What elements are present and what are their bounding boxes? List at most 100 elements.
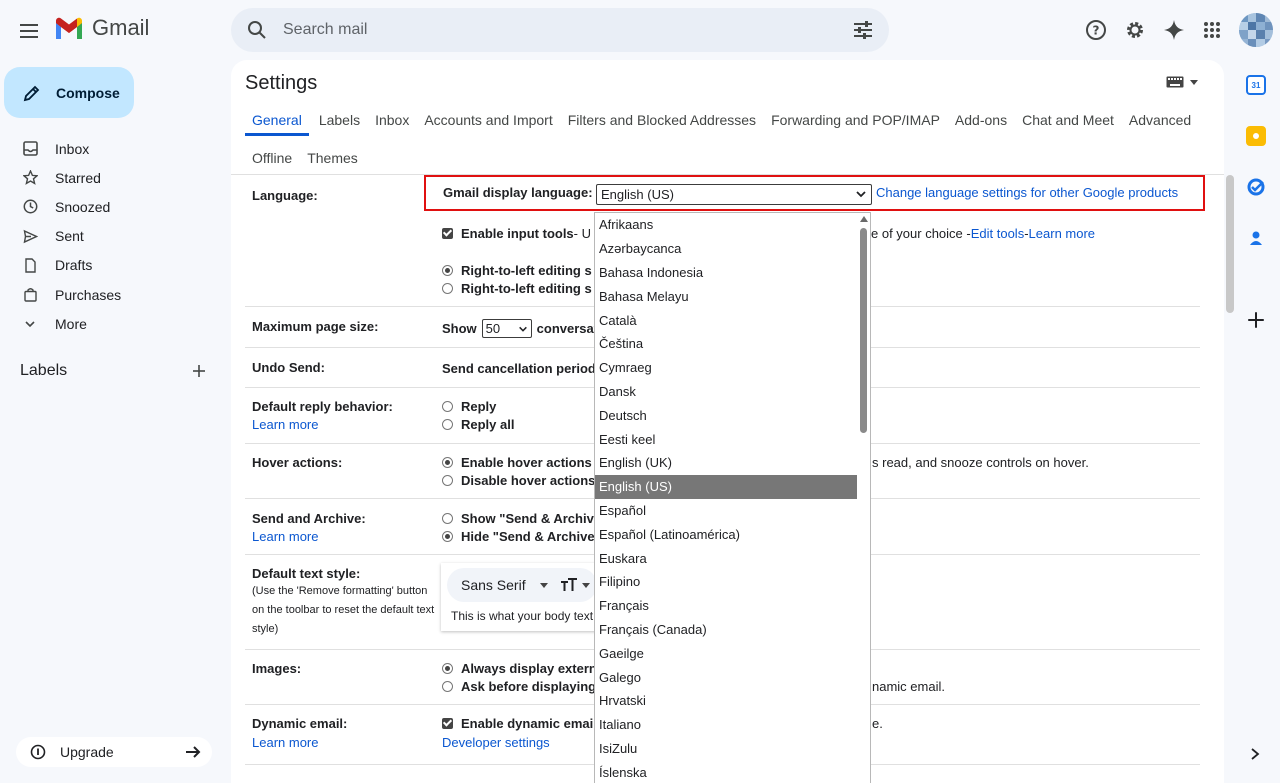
gmail-logo[interactable]: Gmail [54,15,149,41]
enable-hover-radio[interactable] [442,457,453,468]
disable-hover-radio[interactable] [442,475,453,486]
calendar-icon[interactable]: 31 [1246,75,1266,95]
reply-learn-more-link[interactable]: Learn more [252,417,318,432]
add-addon-icon[interactable] [1246,310,1266,330]
sidebar-item-snoozed[interactable]: Snoozed [0,192,220,221]
language-option[interactable]: Azərbaycanca [595,237,857,261]
main-menu-icon[interactable] [14,16,44,46]
reply-all-option[interactable]: Reply all [442,417,514,432]
language-option[interactable]: Afrikaans [595,213,857,237]
disable-hover-option[interactable]: Disable hover actions [442,473,595,488]
language-option[interactable]: Italiano [595,713,857,737]
upgrade-button[interactable]: Upgrade [16,737,212,767]
search-input[interactable] [283,21,823,39]
search-options-icon[interactable] [851,18,875,42]
sidebar-item-purchases[interactable]: Purchases [0,280,220,309]
sidebar-item-drafts[interactable]: Drafts [0,251,220,280]
font-size-icon[interactable] [560,578,578,592]
scroll-up-arrow-icon[interactable] [860,216,868,222]
edit-tools-link[interactable]: Edit tools [971,226,1024,241]
caret-down-icon[interactable] [581,582,590,588]
language-option[interactable]: Deutsch [595,403,857,427]
display-language-select[interactable]: English (US) [596,184,872,205]
language-option[interactable]: Català [595,308,857,332]
settings-gear-icon[interactable] [1122,17,1148,43]
language-option[interactable]: Hrvatski [595,689,857,713]
always-display-option[interactable]: Always display extern [442,661,597,676]
language-option[interactable]: English (US) [595,474,857,499]
chevron-right-icon[interactable] [1250,748,1260,760]
language-option[interactable]: IsiZulu [595,737,857,761]
language-option[interactable]: Bahasa Melayu [595,284,857,308]
tab-general[interactable]: General [245,110,309,136]
language-option[interactable]: Íslenska [595,760,857,783]
contacts-icon[interactable] [1246,228,1266,248]
language-option[interactable]: Français (Canada) [595,618,857,642]
sidebar-item-sent[interactable]: Sent [0,222,220,251]
tab-inbox[interactable]: Inbox [375,110,409,136]
enable-hover-option[interactable]: Enable hover actions [442,455,592,470]
tab-offline[interactable]: Offline [245,148,292,174]
hide-send-archive-radio[interactable] [442,531,453,542]
send-archive-learn-more-link[interactable]: Learn more [252,529,318,544]
language-option[interactable]: Français [595,594,857,618]
language-option[interactable]: English (UK) [595,451,857,475]
language-option[interactable]: Cymraeg [595,356,857,380]
rtl-off-option[interactable]: Right-to-left editing s [442,281,592,296]
show-send-archive-option[interactable]: Show "Send & Archive [442,511,601,526]
sidebar-item-inbox[interactable]: Inbox [0,134,220,163]
language-option[interactable]: Gaeilge [595,641,857,665]
language-option[interactable]: Dansk [595,380,857,404]
tasks-icon[interactable] [1246,177,1266,197]
enable-dynamic-checkbox[interactable] [442,718,453,729]
reply-option[interactable]: Reply [442,399,496,414]
compose-button[interactable]: Compose [4,67,134,118]
caret-down-icon[interactable] [539,582,548,588]
language-option[interactable]: Galego [595,665,857,689]
input-tools-toggle[interactable] [1166,76,1198,88]
sidebar-item-starred[interactable]: Starred [0,163,220,192]
input-tools-checkbox[interactable] [442,228,453,239]
language-option[interactable]: Eesti keel [595,427,857,451]
always-display-radio[interactable] [442,663,453,674]
language-dropdown-list[interactable]: Afrikaans Azərbaycanca Bahasa Indonesia Bah… [594,212,871,783]
enable-dynamic-option[interactable]: Enable dynamic emai [442,716,593,731]
dropdown-scrollbar[interactable] [860,228,867,433]
font-family-select[interactable]: Sans Serif [461,577,526,593]
search-icon[interactable] [245,18,269,42]
language-option[interactable]: Español [595,499,857,523]
keep-icon[interactable] [1246,126,1266,146]
page-size-select[interactable]: 50 [481,319,532,338]
add-label-icon[interactable] [190,362,208,380]
language-option[interactable]: Čeština [595,332,857,356]
ask-before-option[interactable]: Ask before displaying [442,679,596,694]
reply-radio[interactable] [442,401,453,412]
language-option[interactable]: Filipino [595,570,857,594]
rtl-on-option[interactable]: Right-to-left editing s [442,263,592,278]
tab-advanced[interactable]: Advanced [1129,110,1191,136]
ask-before-radio[interactable] [442,681,453,692]
tab-forwarding-pop-imap[interactable]: Forwarding and POP/IMAP [771,110,940,136]
account-avatar[interactable] [1239,13,1273,47]
gemini-sparkle-icon[interactable] [1161,17,1187,43]
language-option[interactable]: Euskara [595,546,857,570]
language-option[interactable]: Español (Latinoamérica) [595,522,857,546]
tab-themes[interactable]: Themes [307,148,358,174]
other-products-language-link[interactable]: Change language settings for other Googl… [876,185,1178,200]
tab-filters-and-blocked[interactable]: Filters and Blocked Addresses [568,110,756,136]
show-send-archive-radio[interactable] [442,513,453,524]
tab-add-ons[interactable]: Add-ons [955,110,1007,136]
tab-accounts-and-import[interactable]: Accounts and Import [424,110,552,136]
apps-grid-icon[interactable] [1199,17,1225,43]
sidebar-item-more[interactable]: More [0,309,220,338]
hide-send-archive-option[interactable]: Hide "Send & Archive [442,529,595,544]
rtl-on-radio[interactable] [442,265,453,276]
dynamic-learn-more-link[interactable]: Learn more [252,735,318,750]
search-bar[interactable] [231,8,889,52]
developer-settings-link[interactable]: Developer settings [442,735,550,750]
tab-labels[interactable]: Labels [319,110,360,136]
help-icon[interactable]: ? [1083,17,1109,43]
rtl-off-radio[interactable] [442,283,453,294]
learn-more-link[interactable]: Learn more [1029,226,1095,241]
reply-all-radio[interactable] [442,419,453,430]
